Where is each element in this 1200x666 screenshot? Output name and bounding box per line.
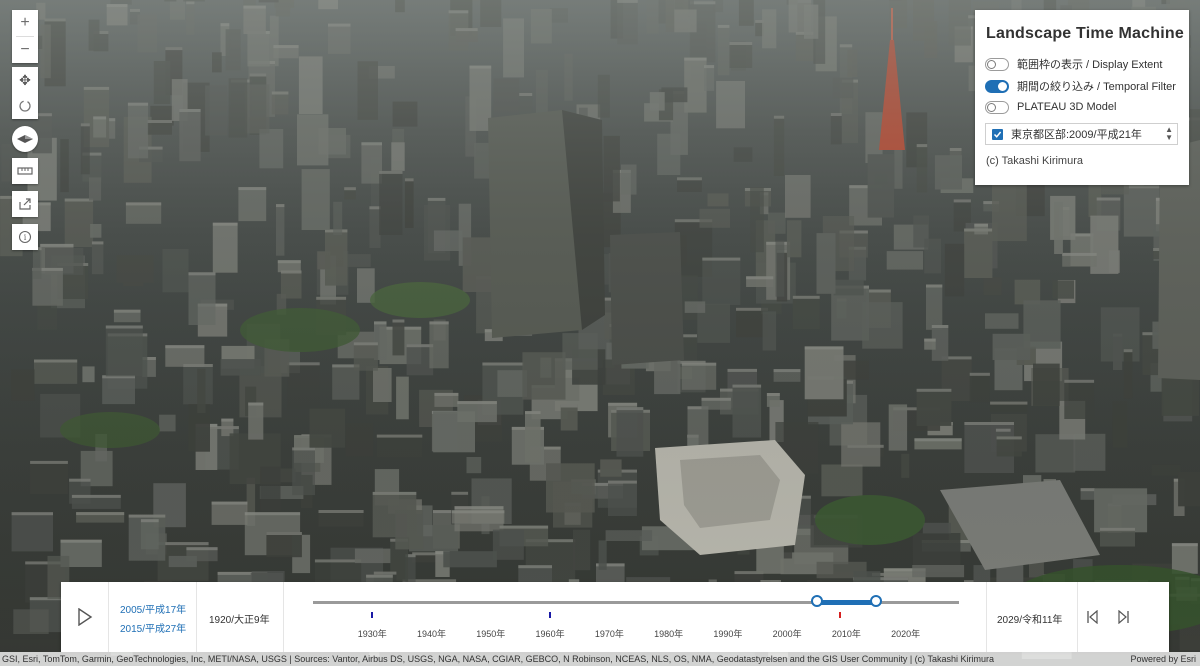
tick-label: 2000年 <box>772 629 802 639</box>
slider-min-label: 1920/大正9年 <box>209 615 270 626</box>
switch-knob <box>998 81 1007 91</box>
pan-icon: ✥ <box>19 71 31 88</box>
range-end-label: 2015/平成27年 <box>120 624 187 635</box>
panel-credit: (c) Takashi Kirimura <box>986 155 1083 167</box>
slider-start-thumb[interactable] <box>810 595 823 607</box>
switch-knob <box>987 102 996 112</box>
rotate-button[interactable] <box>12 93 38 119</box>
layer-select[interactable]: 東京都区部:2009/平成21年 ▲ ▼ <box>985 123 1178 145</box>
tick-label: 1960年 <box>535 629 565 639</box>
pan-button[interactable]: ✥ <box>12 67 38 93</box>
next-icon <box>1118 610 1129 624</box>
divider <box>1077 582 1078 652</box>
zoom-out-button[interactable]: − <box>12 37 38 63</box>
layer-select-value: 東京都区部:2009/平成21年 <box>1011 129 1142 141</box>
tick-label: 1980年 <box>654 629 684 639</box>
tick-label: 2020年 <box>891 629 921 639</box>
range-start-label: 2005/平成17年 <box>120 605 187 616</box>
zoom-controls: + − <box>12 10 38 63</box>
info-button[interactable]: i <box>12 224 38 250</box>
navigation-mode-controls: ✥ <box>12 67 38 119</box>
layer-panel: Landscape Time Machine 範囲枠の表示 / Display … <box>975 10 1189 185</box>
previous-button[interactable] <box>1082 607 1102 627</box>
svg-text:i: i <box>24 233 27 242</box>
ruler-icon <box>17 166 33 176</box>
slider-max-label: 2029/令和11年 <box>997 615 1063 626</box>
display-extent-switch[interactable] <box>985 57 1009 71</box>
time-marker <box>549 612 552 618</box>
info-control: i <box>12 224 38 250</box>
panel-title: Landscape Time Machine <box>986 25 1184 42</box>
attribution-sources[interactable]: GSI, Esri, TomTom, Garmin, GeoTechnologi… <box>2 652 994 666</box>
toggle-display-extent[interactable]: 範囲枠の表示 / Display Extent <box>985 56 1162 72</box>
toggle-temporal-filter[interactable]: 期間の絞り込み / Temporal Filter <box>985 78 1176 94</box>
plateau-model-switch[interactable] <box>985 100 1009 114</box>
tick-label: 2010年 <box>831 629 861 639</box>
toggle-label: 範囲枠の表示 / Display Extent <box>1017 59 1163 71</box>
slider-end-thumb[interactable] <box>870 595 883 607</box>
updown-chevron-icon: ▲ ▼ <box>1165 125 1173 142</box>
time-slider: 2005/平成17年 2015/平成27年 1920/大正9年 2029/令和1… <box>61 582 1169 652</box>
checkbox-checked[interactable] <box>992 128 1003 140</box>
check-icon <box>993 131 1002 138</box>
switch-knob <box>987 59 996 69</box>
selected-time-range: 2005/平成17年 2015/平成27年 <box>109 582 197 652</box>
divider <box>986 582 987 652</box>
compass-icon <box>16 134 34 144</box>
play-button[interactable] <box>61 582 109 652</box>
info-icon: i <box>18 230 32 244</box>
slider-track[interactable] <box>313 600 959 605</box>
tick-label: 1930年 <box>357 629 387 639</box>
toggle-label: PLATEAU 3D Model <box>1017 101 1117 113</box>
slider-selected-range <box>816 600 877 605</box>
compass-control <box>12 126 38 152</box>
measure-button[interactable] <box>12 158 38 184</box>
measure-control <box>12 158 38 184</box>
tick-label: 1970年 <box>594 629 624 639</box>
toggle-label: 期間の絞り込み / Temporal Filter <box>1017 81 1176 93</box>
zoom-in-button[interactable]: + <box>12 10 38 36</box>
temporal-filter-switch[interactable] <box>985 79 1009 93</box>
tick-label: 1990年 <box>713 629 743 639</box>
divider <box>283 582 284 652</box>
attribution-bar: GSI, Esri, TomTom, Garmin, GeoTechnologi… <box>0 652 1200 666</box>
next-button[interactable] <box>1114 607 1134 627</box>
rotate-icon <box>18 99 32 113</box>
tick-label: 1940年 <box>417 629 447 639</box>
share-icon <box>18 197 32 211</box>
play-icon <box>77 608 92 626</box>
time-marker <box>371 612 374 618</box>
powered-by-esri[interactable]: Powered by Esri <box>1130 652 1196 666</box>
current-time-marker <box>839 612 842 618</box>
toggle-plateau-model[interactable]: PLATEAU 3D Model <box>985 99 1116 115</box>
share-control <box>12 191 38 217</box>
share-button[interactable] <box>12 191 38 217</box>
compass-button[interactable] <box>12 126 38 152</box>
previous-icon <box>1087 610 1098 624</box>
tick-label: 1950年 <box>476 629 506 639</box>
